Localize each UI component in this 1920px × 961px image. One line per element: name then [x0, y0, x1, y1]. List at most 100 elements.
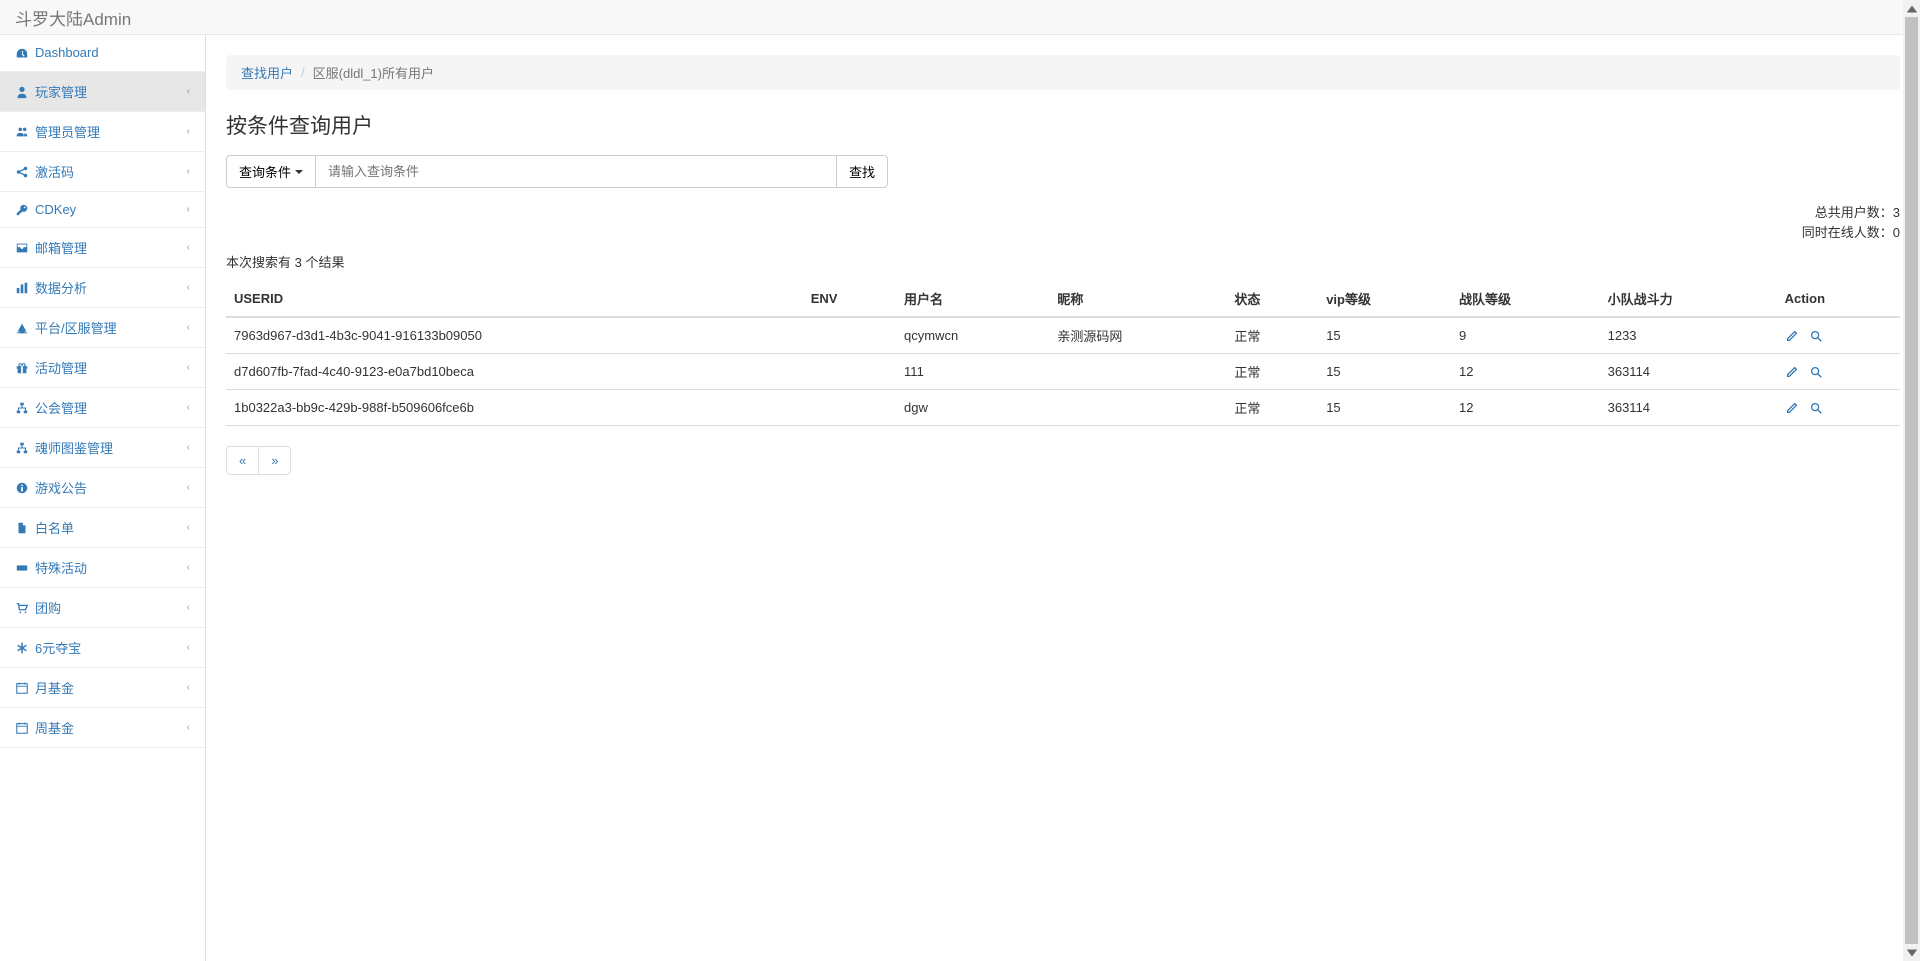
dashboard-icon	[15, 45, 29, 61]
sidebar-item-12[interactable]: 特殊活动 ‹	[0, 548, 205, 588]
sidebar-item-dashboard[interactable]: Dashboard	[0, 35, 205, 72]
cell-team_level: 12	[1451, 354, 1600, 390]
cell-action	[1777, 354, 1900, 390]
cell-userid: d7d607fb-7fad-4c40-9123-e0a7bd10beca	[226, 354, 803, 390]
sidebar-item-13[interactable]: 团购 ‹	[0, 588, 205, 628]
cell-env	[803, 317, 896, 354]
pagination-next-button[interactable]: »	[259, 447, 290, 474]
view-button[interactable]	[1809, 400, 1823, 416]
table-header: 战队等级	[1451, 281, 1600, 317]
users-icon	[15, 123, 29, 139]
edit-button[interactable]	[1785, 400, 1799, 416]
edit-button[interactable]	[1785, 364, 1799, 380]
sidebar-item-9[interactable]: 魂师图鉴管理 ‹	[0, 428, 205, 468]
search-group: 查询条件 查找	[226, 155, 888, 188]
sidebar-item-label: 魂师图鉴管理	[35, 438, 113, 457]
navbar: 斗罗大陆Admin	[0, 0, 1920, 35]
cell-status: 正常	[1226, 354, 1318, 390]
page-title: 按条件查询用户	[226, 110, 1900, 140]
cell-nickname	[1049, 354, 1226, 390]
sidebar-item-label: 游戏公告	[35, 478, 87, 497]
table-row: 7963d967-d3d1-4b3c-9041-916133b09050qcym…	[226, 317, 1900, 354]
main-content: 查找用户 / 区服(dldl_1)所有用户 按条件查询用户 查询条件 查找 总共…	[206, 35, 1920, 961]
sidebar-item-label: 团购	[35, 598, 61, 617]
table-header: 用户名	[896, 281, 1049, 317]
search-button[interactable]: 查找	[836, 155, 888, 188]
sidebar-item-1[interactable]: 管理员管理 ‹	[0, 112, 205, 152]
sidebar-item-label: 特殊活动	[35, 558, 87, 577]
sidebar-item-label: 公会管理	[35, 398, 87, 417]
chevron-left-icon: ‹	[187, 322, 190, 333]
sidebar-item-label: 玩家管理	[35, 82, 87, 101]
sidebar-item-label: 6元夺宝	[35, 638, 81, 657]
chevron-left-icon: ‹	[187, 402, 190, 413]
table-header: USERID	[226, 281, 803, 317]
pagination-prev-button[interactable]: «	[227, 447, 259, 474]
sidebar-item-8[interactable]: 公会管理 ‹	[0, 388, 205, 428]
online-users-stat: 同时在线人数：0	[226, 223, 1900, 243]
scrollbar-up-button[interactable]	[1903, 0, 1920, 17]
chevron-left-icon: ‹	[187, 642, 190, 653]
table-header: vip等级	[1318, 281, 1451, 317]
building-icon	[15, 320, 29, 336]
pagination: « »	[226, 446, 291, 475]
cell-team_level: 12	[1451, 390, 1600, 426]
table-header: Action	[1777, 281, 1900, 317]
cell-username: 111	[896, 354, 1049, 390]
sidebar-item-2[interactable]: 激活码 ‹	[0, 152, 205, 192]
calendar-icon	[15, 720, 29, 736]
sidebar-item-label: 邮箱管理	[35, 238, 87, 257]
table-row: 1b0322a3-bb9c-429b-988f-b509606fce6bdgw正…	[226, 390, 1900, 426]
chevron-left-icon: ‹	[187, 204, 190, 215]
cell-status: 正常	[1226, 317, 1318, 354]
sidebar-item-16[interactable]: 周基金 ‹	[0, 708, 205, 748]
users-table: USERIDENV用户名昵称状态vip等级战队等级小队战斗力Action 796…	[226, 281, 1900, 426]
chevron-left-icon: ‹	[187, 362, 190, 373]
cell-vip: 15	[1318, 390, 1451, 426]
sidebar-item-14[interactable]: 6元夺宝 ‹	[0, 628, 205, 668]
view-button[interactable]	[1809, 328, 1823, 344]
sitemap-icon	[15, 440, 29, 456]
sidebar-item-label: 平台/区服管理	[35, 318, 117, 337]
chevron-left-icon: ‹	[187, 522, 190, 533]
chevron-left-icon: ‹	[187, 166, 190, 177]
search-dropdown-button[interactable]: 查询条件	[226, 155, 316, 188]
sidebar-item-0[interactable]: 玩家管理 ‹	[0, 72, 205, 112]
scrollbar[interactable]	[1903, 0, 1920, 961]
cell-status: 正常	[1226, 390, 1318, 426]
sidebar-item-label: 数据分析	[35, 278, 87, 297]
sidebar-item-label: 周基金	[35, 718, 74, 737]
scrollbar-thumb[interactable]	[1905, 17, 1918, 944]
edit-button[interactable]	[1785, 328, 1799, 344]
sidebar-item-6[interactable]: 平台/区服管理 ‹	[0, 308, 205, 348]
cell-vip: 15	[1318, 317, 1451, 354]
app-title: 斗罗大陆Admin	[15, 5, 131, 30]
sidebar-item-5[interactable]: 数据分析 ‹	[0, 268, 205, 308]
scrollbar-down-button[interactable]	[1903, 944, 1920, 961]
sidebar-item-label: 激活码	[35, 162, 74, 181]
inbox-icon	[15, 240, 29, 256]
key-icon	[15, 202, 29, 218]
table-header: 小队战斗力	[1600, 281, 1777, 317]
breadcrumb-link[interactable]: 查找用户	[241, 63, 293, 82]
sidebar-item-11[interactable]: 白名单 ‹	[0, 508, 205, 548]
cell-team_level: 9	[1451, 317, 1600, 354]
gift-icon	[15, 360, 29, 376]
cell-vip: 15	[1318, 354, 1451, 390]
sidebar-item-10[interactable]: 游戏公告 ‹	[0, 468, 205, 508]
chevron-left-icon: ‹	[187, 242, 190, 253]
view-button[interactable]	[1809, 364, 1823, 380]
sidebar-item-7[interactable]: 活动管理 ‹	[0, 348, 205, 388]
sidebar-item-15[interactable]: 月基金 ‹	[0, 668, 205, 708]
cell-userid: 1b0322a3-bb9c-429b-988f-b509606fce6b	[226, 390, 803, 426]
sidebar-item-3[interactable]: CDKey ‹	[0, 192, 205, 229]
sidebar-item-label: 管理员管理	[35, 122, 100, 141]
cart-icon	[15, 600, 29, 616]
table-header: ENV	[803, 281, 896, 317]
search-input[interactable]	[316, 155, 836, 188]
chevron-left-icon: ‹	[187, 86, 190, 97]
table-header: 昵称	[1049, 281, 1226, 317]
sidebar-item-label: 月基金	[35, 678, 74, 697]
sitemap-icon	[15, 400, 29, 416]
sidebar-item-4[interactable]: 邮箱管理 ‹	[0, 228, 205, 268]
